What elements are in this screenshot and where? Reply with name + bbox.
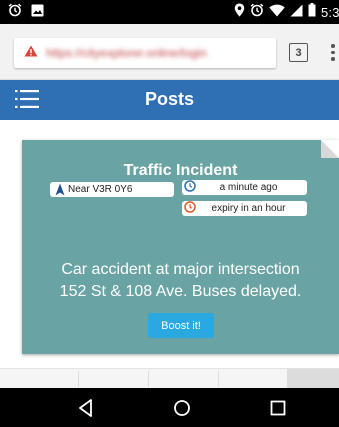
bottom-toolbar (0, 368, 339, 389)
browser-toolbar: https://cityexplorer.online/login 3 (0, 24, 339, 80)
page-fold-corner (321, 140, 339, 158)
location-chip[interactable]: Near V3R 0Y6 (50, 182, 174, 197)
posts-list: Traffic Incident Near V3R 0Y6 a minute a… (0, 120, 339, 370)
status-time: 5:3 (321, 5, 339, 20)
wifi-icon (269, 4, 285, 22)
toolbar-divider (148, 371, 149, 387)
expiry-text: expiry in an hour (211, 203, 286, 214)
posted-time-text: a minute ago (219, 182, 278, 193)
status-right-icons: 5:3 (234, 3, 339, 22)
clock-icon (184, 180, 196, 195)
expiry-chip: expiry in an hour (182, 201, 307, 216)
post-message-line-1: Car accident at major intersection (61, 261, 300, 278)
alarm-icon (250, 3, 264, 22)
status-bar: 5:3 (0, 0, 339, 24)
post-message: Car accident at major intersection 152 S… (22, 259, 339, 303)
expiry-clock-icon (184, 201, 196, 216)
posted-time-chip: a minute ago (182, 180, 307, 195)
location-icon (234, 3, 245, 22)
post-message-line-2: 152 St & 108 Ave. Buses delayed. (59, 283, 302, 300)
app-header: Posts (0, 80, 339, 120)
tab-switcher-icon[interactable]: 3 (289, 43, 308, 62)
navigation-arrow-icon (55, 183, 65, 199)
system-nav-bar (0, 388, 339, 427)
insecure-warning-icon[interactable] (24, 44, 38, 62)
location-text: Near V3R 0Y6 (68, 184, 133, 195)
battery-icon (308, 3, 316, 22)
url-text[interactable]: https://cityexplorer.online/login (46, 46, 207, 60)
toolbar-divider (78, 371, 79, 387)
status-left-icons (8, 3, 44, 22)
overflow-menu-icon[interactable] (330, 44, 336, 62)
image-icon (31, 4, 44, 22)
toolbar-active-segment[interactable] (287, 369, 339, 389)
post-title: Traffic Incident (123, 162, 238, 179)
boost-button[interactable]: Boost it! (148, 313, 214, 338)
home-icon[interactable] (170, 396, 194, 420)
back-icon[interactable] (74, 396, 98, 420)
toolbar-divider (218, 371, 219, 387)
signal-icon (290, 4, 303, 22)
alarm-icon (8, 3, 22, 22)
recents-icon[interactable] (266, 396, 290, 420)
page-title: Posts (144, 89, 195, 109)
post-card[interactable]: Traffic Incident Near V3R 0Y6 a minute a… (22, 140, 339, 354)
url-bar[interactable]: https://cityexplorer.online/login (14, 38, 276, 68)
